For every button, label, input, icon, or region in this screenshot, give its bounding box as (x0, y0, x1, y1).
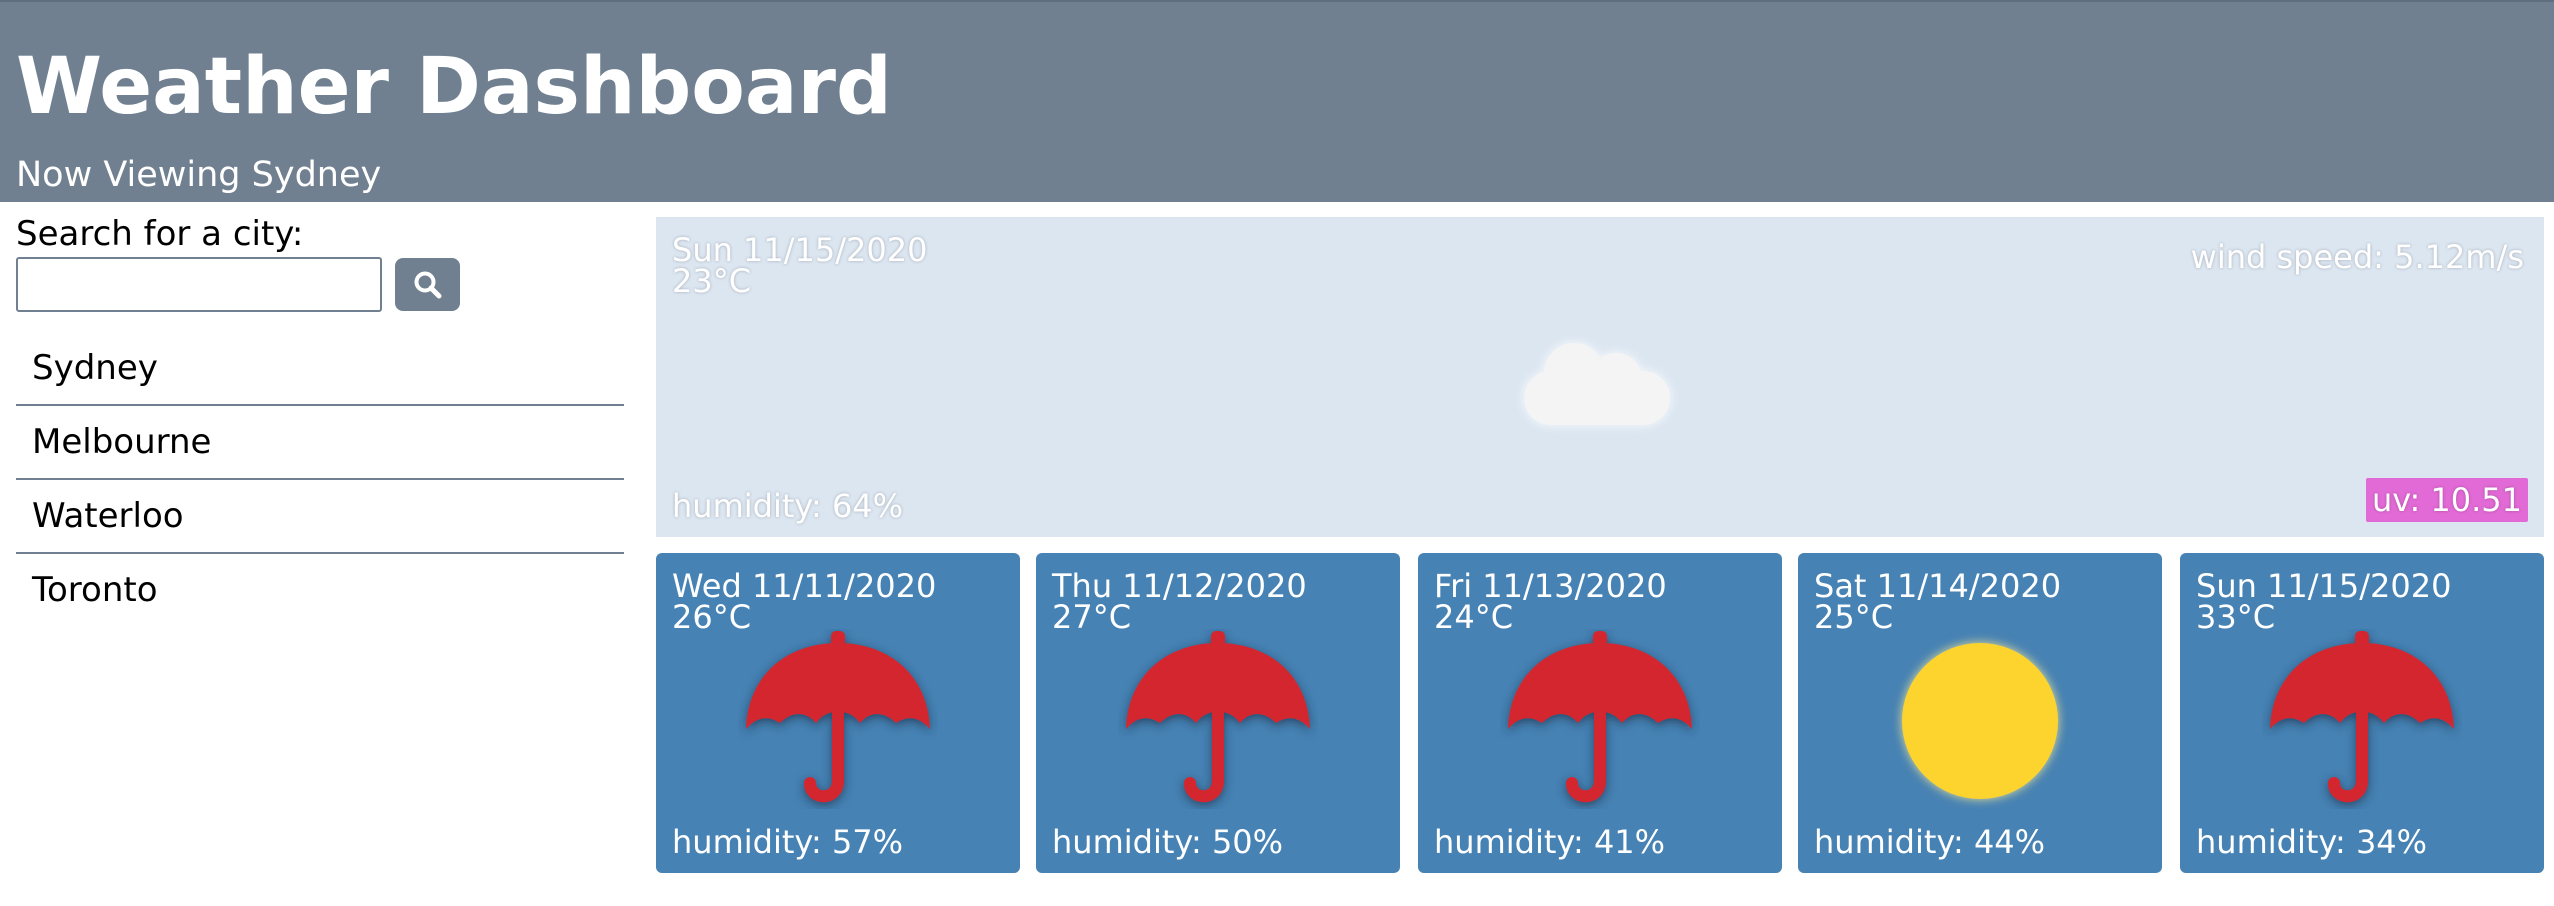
sun-icon (1902, 643, 2058, 799)
sidebar: Search for a city: Sydney Melbourne Wate… (16, 212, 624, 626)
forecast-card: Sun 11/15/2020 33°C humidity: 34% (2180, 553, 2544, 873)
search-input[interactable] (16, 257, 382, 312)
umbrella-icon (1508, 631, 1692, 803)
city-item-waterloo[interactable]: Waterloo (16, 480, 624, 554)
forecast-humidity: humidity: 41% (1434, 823, 1666, 861)
forecast-humidity: humidity: 57% (672, 823, 904, 861)
city-history-list: Sydney Melbourne Waterloo Toronto (16, 332, 624, 626)
current-weather-card: Sun 11/15/2020 23°C wind speed: 5.12m/s … (656, 217, 2544, 537)
city-item-sydney[interactable]: Sydney (16, 332, 624, 406)
cloud-icon (1522, 341, 1672, 427)
search-row (16, 257, 624, 315)
forecast-card: Sat 11/14/2020 25°C humidity: 44% (1798, 553, 2162, 873)
forecast-humidity: humidity: 44% (1814, 823, 2046, 861)
city-item-toronto[interactable]: Toronto (16, 554, 624, 626)
search-label: Search for a city: (16, 214, 304, 254)
current-humidity: humidity: 64% (672, 487, 904, 525)
umbrella-icon (1126, 631, 1310, 803)
page-title: Weather Dashboard (16, 42, 892, 132)
umbrella-icon (746, 631, 930, 803)
search-icon (414, 271, 441, 298)
current-city-subtitle: Now Viewing Sydney (16, 155, 382, 195)
forecast-card: Fri 11/13/2020 24°C humidity: 41% (1418, 553, 1782, 873)
forecast-humidity: humidity: 50% (1052, 823, 1284, 861)
umbrella-icon (2270, 631, 2454, 803)
current-wind-speed: wind speed: 5.12m/s (2190, 238, 2524, 276)
city-item-melbourne[interactable]: Melbourne (16, 406, 624, 480)
search-button[interactable] (395, 258, 460, 311)
forecast-card: Wed 11/11/2020 26°C humidity: 57% (656, 553, 1020, 873)
current-temp: 23°C (672, 262, 752, 300)
forecast-card: Thu 11/12/2020 27°C humidity: 50% (1036, 553, 1400, 873)
forecast-humidity: humidity: 34% (2196, 823, 2428, 861)
uv-index-badge: uv: 10.51 (2365, 478, 2528, 522)
header: Weather Dashboard Now Viewing Sydney (0, 0, 2554, 202)
